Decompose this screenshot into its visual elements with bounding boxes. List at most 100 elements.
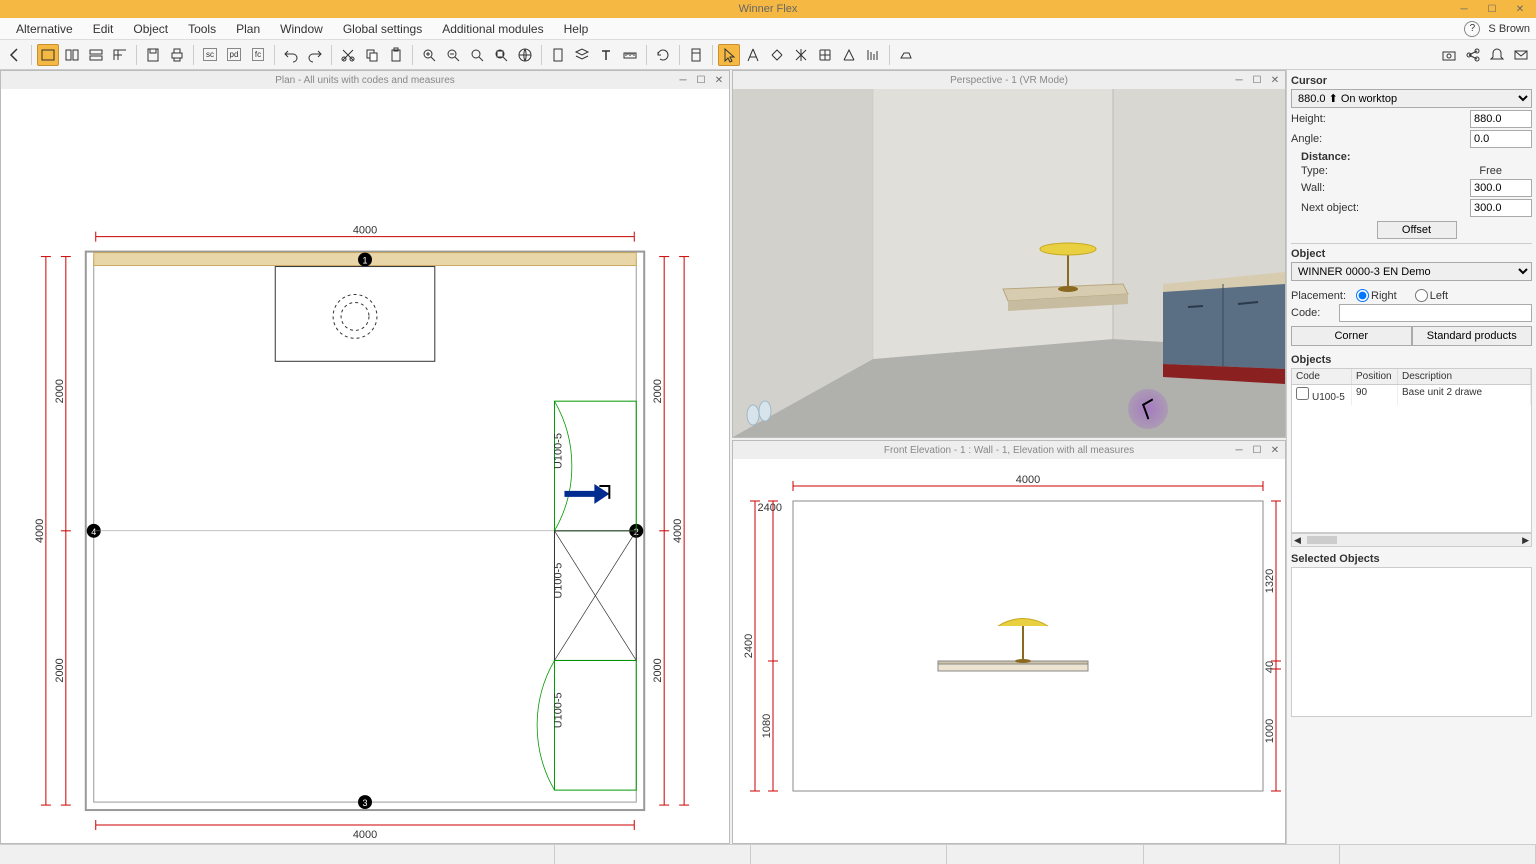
wall-input[interactable]	[1470, 179, 1532, 197]
layout-2-button[interactable]	[61, 44, 83, 66]
pd-button[interactable]: pd	[223, 44, 245, 66]
cursor-section-title: Cursor	[1291, 75, 1532, 87]
menu-additional-modules[interactable]: Additional modules	[432, 22, 553, 36]
zoom-in-button[interactable]	[418, 44, 440, 66]
objects-scrollbar[interactable]: ◀▶	[1291, 533, 1532, 547]
elevation-panel-title: Front Elevation - 1 : Wall - 1, Elevatio…	[884, 445, 1134, 456]
perspective-view[interactable]	[733, 89, 1285, 437]
svg-text:4000: 4000	[353, 829, 377, 841]
menu-help[interactable]: Help	[554, 22, 599, 36]
text-button[interactable]	[595, 44, 617, 66]
calc-button[interactable]	[685, 44, 707, 66]
svg-text:40: 40	[1264, 661, 1276, 673]
cut-button[interactable]	[337, 44, 359, 66]
menu-bar: Alternative Edit Object Tools Plan Windo…	[0, 18, 1536, 40]
globe-button[interactable]	[514, 44, 536, 66]
paste-button[interactable]	[385, 44, 407, 66]
svg-text:1: 1	[363, 256, 368, 266]
placement-left-radio[interactable]	[1415, 289, 1428, 302]
tool-c[interactable]	[790, 44, 812, 66]
persp-minimize[interactable]: ─	[1231, 75, 1247, 86]
tool-a[interactable]	[742, 44, 764, 66]
svg-text:4000: 4000	[34, 519, 46, 543]
window-close[interactable]: ✕	[1506, 1, 1534, 17]
window-maximize[interactable]: ☐	[1478, 1, 1506, 17]
fc-button[interactable]: fc	[247, 44, 269, 66]
placement-right-radio[interactable]	[1356, 289, 1369, 302]
menu-edit[interactable]: Edit	[83, 22, 124, 36]
tool-iron[interactable]	[895, 44, 917, 66]
refresh-button[interactable]	[652, 44, 674, 66]
standard-products-button[interactable]: Standard products	[1412, 326, 1533, 346]
col-position: Position	[1352, 369, 1398, 384]
redo-button[interactable]	[304, 44, 326, 66]
layout-4-button[interactable]	[109, 44, 131, 66]
col-description: Description	[1398, 369, 1531, 384]
offset-button[interactable]: Offset	[1377, 221, 1457, 239]
camera-button[interactable]	[1438, 44, 1460, 66]
measure-button[interactable]	[619, 44, 641, 66]
menu-global-settings[interactable]: Global settings	[333, 22, 432, 36]
row-checkbox[interactable]	[1296, 387, 1309, 400]
svg-text:2400: 2400	[758, 502, 782, 514]
save-button[interactable]	[142, 44, 164, 66]
selected-objects-list[interactable]	[1291, 567, 1532, 717]
table-row[interactable]: U100-5 90 Base unit 2 drawe	[1292, 385, 1531, 405]
back-button[interactable]	[4, 44, 26, 66]
elevation-canvas[interactable]: 4000 2400 2400 1080	[733, 459, 1285, 843]
objects-table[interactable]: Code Position Description U100-5 90 Base…	[1291, 368, 1532, 533]
next-obj-label: Next object:	[1301, 202, 1369, 214]
layout-1-button[interactable]	[37, 44, 59, 66]
plan-close[interactable]: ✕	[711, 75, 727, 86]
window-minimize[interactable]: ─	[1450, 1, 1478, 17]
cursor-mode-select[interactable]: 880.0 ⬆ On worktop	[1291, 89, 1532, 108]
zoom-fit-button[interactable]	[466, 44, 488, 66]
bell-button[interactable]	[1486, 44, 1508, 66]
feet-nav-icon[interactable]	[739, 391, 779, 431]
svg-text:2000: 2000	[54, 658, 66, 682]
code-input[interactable]	[1339, 304, 1532, 322]
corner-button[interactable]: Corner	[1291, 326, 1412, 346]
catalog-select[interactable]: WINNER 0000-3 EN Demo	[1291, 262, 1532, 281]
sc-button[interactable]: sc	[199, 44, 221, 66]
print-button[interactable]	[166, 44, 188, 66]
height-input[interactable]	[1470, 110, 1532, 128]
zoom-window-button[interactable]	[490, 44, 512, 66]
zoom-out-button[interactable]	[442, 44, 464, 66]
tool-b[interactable]	[766, 44, 788, 66]
next-obj-input[interactable]	[1470, 199, 1532, 217]
menu-tools[interactable]: Tools	[178, 22, 226, 36]
elev-minimize[interactable]: ─	[1231, 445, 1247, 456]
undo-button[interactable]	[280, 44, 302, 66]
plan-maximize[interactable]: ☐	[693, 75, 709, 86]
elev-close[interactable]: ✕	[1267, 445, 1283, 456]
menu-plan[interactable]: Plan	[226, 22, 270, 36]
type-label: Type:	[1301, 165, 1369, 177]
tool-align[interactable]	[862, 44, 884, 66]
angle-input[interactable]	[1470, 130, 1532, 148]
menu-object[interactable]: Object	[123, 22, 178, 36]
svg-text:2000: 2000	[652, 658, 664, 682]
plan-canvas[interactable]: 4000 4000 4000 2000	[1, 89, 729, 843]
persp-maximize[interactable]: ☐	[1249, 75, 1265, 86]
placement-label: Placement:	[1291, 290, 1346, 302]
mail-button[interactable]	[1510, 44, 1532, 66]
distance-label: Distance:	[1301, 151, 1532, 163]
angle-label: Angle:	[1291, 133, 1339, 145]
tool-dim[interactable]	[838, 44, 860, 66]
tool-grid[interactable]	[814, 44, 836, 66]
copy-button[interactable]	[361, 44, 383, 66]
layout-3-button[interactable]	[85, 44, 107, 66]
plan-minimize[interactable]: ─	[675, 75, 691, 86]
app-title: Winner Flex	[739, 3, 798, 15]
layers-button[interactable]	[571, 44, 593, 66]
svg-text:1080: 1080	[761, 714, 773, 738]
help-icon[interactable]: ?	[1464, 21, 1480, 37]
elev-maximize[interactable]: ☐	[1249, 445, 1265, 456]
persp-close[interactable]: ✕	[1267, 75, 1283, 86]
share-button[interactable]	[1462, 44, 1484, 66]
menu-alternative[interactable]: Alternative	[6, 22, 83, 36]
select-tool[interactable]	[718, 44, 740, 66]
menu-window[interactable]: Window	[270, 22, 333, 36]
page-button[interactable]	[547, 44, 569, 66]
